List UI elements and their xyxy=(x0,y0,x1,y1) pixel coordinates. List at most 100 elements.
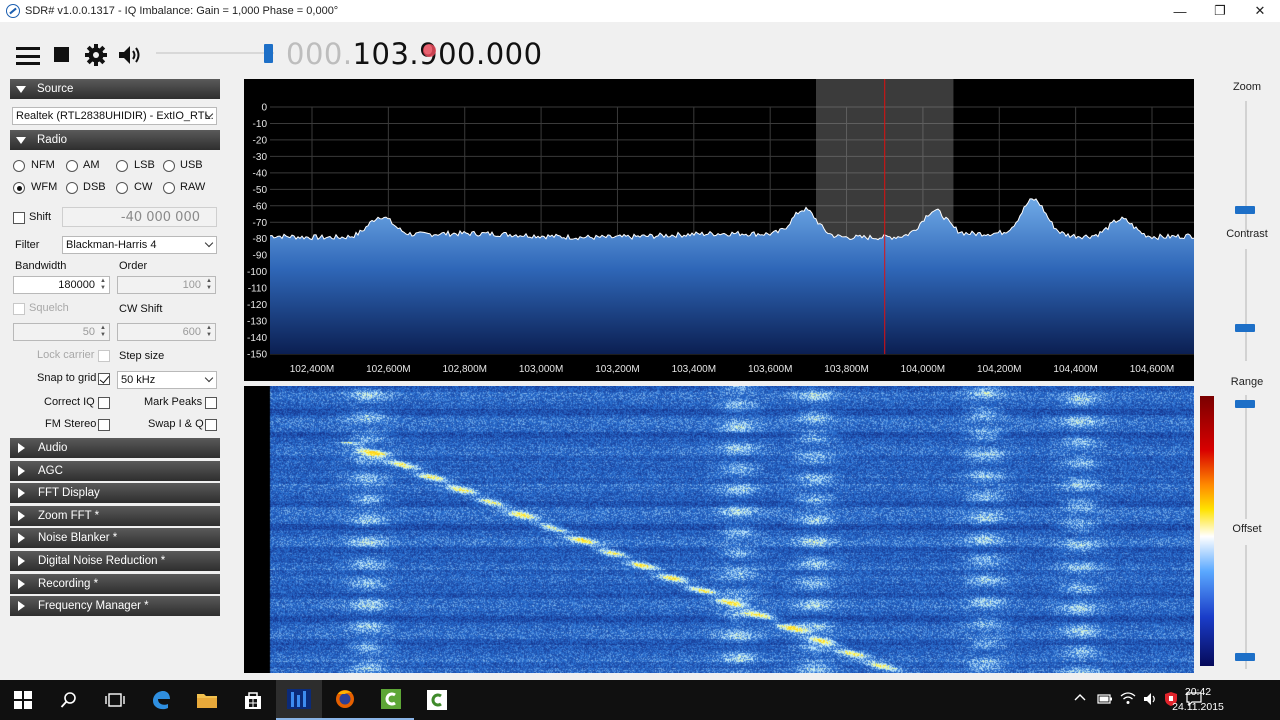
offset-slider-thumb[interactable] xyxy=(1235,653,1255,661)
mode-radio-am[interactable] xyxy=(66,160,78,172)
section-title: Audio xyxy=(38,442,68,454)
contrast-slider-thumb[interactable] xyxy=(1235,324,1255,332)
x-tick-label: 103,400M xyxy=(672,364,716,375)
close-button[interactable]: ✕ xyxy=(1240,0,1280,22)
squelch-input[interactable]: 50 ▲ ▼ xyxy=(13,323,110,341)
step-size-value: 50 kHz xyxy=(121,374,156,386)
search-button[interactable] xyxy=(46,680,92,720)
frequency-display[interactable]: 000. 103.900.000 xyxy=(286,34,543,74)
section-header-fft-display[interactable]: FFT Display xyxy=(10,483,220,504)
section-header-frequency-manager[interactable]: Frequency Manager * xyxy=(10,596,220,617)
mode-label: RAW xyxy=(180,181,206,193)
shift-checkbox[interactable] xyxy=(13,212,25,224)
shift-value-field[interactable]: -40 000 000 xyxy=(62,207,217,227)
start-button[interactable] xyxy=(0,680,46,720)
camtasia-studio-icon xyxy=(427,690,447,710)
taskbar-camtasia-recorder[interactable] xyxy=(368,680,414,720)
section-header-recording[interactable]: Recording * xyxy=(10,573,220,594)
x-tick-label: 102,800M xyxy=(442,364,486,375)
frequency-digits-dim[interactable]: 000. xyxy=(286,37,353,71)
section-header-zoom-fft[interactable]: Zoom FFT * xyxy=(10,505,220,526)
taskbar-store[interactable] xyxy=(230,680,276,720)
order-input[interactable]: 100 ▲ ▼ xyxy=(117,276,216,294)
step-size-label: Step size xyxy=(119,350,165,362)
volume-tray-icon[interactable] xyxy=(1143,692,1159,709)
mode-radio-raw[interactable] xyxy=(163,182,175,194)
section-header-audio[interactable]: Audio xyxy=(10,438,220,458)
section-header-digital-noise-reduction[interactable]: Digital Noise Reduction * xyxy=(10,551,220,571)
spinner-arrows-icon[interactable]: ▲ ▼ xyxy=(98,325,108,339)
volume-slider[interactable] xyxy=(156,44,276,63)
contrast-slider[interactable] xyxy=(1245,249,1247,361)
mode-radio-cw[interactable] xyxy=(116,182,128,194)
filter-select[interactable]: Blackman-Harris 4 xyxy=(62,236,217,254)
squelch-value: 50 xyxy=(82,326,95,338)
gear-icon[interactable] xyxy=(84,43,108,67)
spinner-arrows-icon[interactable]: ▲ ▼ xyxy=(204,325,214,339)
waterfall-display[interactable] xyxy=(244,386,1194,673)
system-clock[interactable]: 20:42 24.11.2015 xyxy=(1172,685,1224,715)
spinner-arrows-icon[interactable]: ▲ ▼ xyxy=(204,278,214,292)
mode-radio-nfm[interactable] xyxy=(13,160,25,172)
menu-icon[interactable] xyxy=(16,47,40,65)
y-tick-label: -100 xyxy=(247,267,267,278)
swap-iq-checkbox[interactable] xyxy=(205,419,217,431)
mode-label: WFM xyxy=(31,181,58,193)
bandwidth-input[interactable]: 180000 ▲ ▼ xyxy=(13,276,110,294)
x-tick-label: 104,200M xyxy=(977,364,1021,375)
cw-shift-input[interactable]: 600 ▲ ▼ xyxy=(117,323,216,341)
y-tick-label: -60 xyxy=(253,201,268,212)
battery-icon[interactable] xyxy=(1097,693,1113,708)
spinner-arrows-icon[interactable]: ▲ ▼ xyxy=(98,278,108,292)
lock-carrier-checkbox[interactable] xyxy=(98,350,110,362)
chevron-down-icon xyxy=(204,373,214,383)
mark-peaks-checkbox[interactable] xyxy=(205,397,217,409)
mode-label: LSB xyxy=(134,159,155,171)
source-device-select[interactable]: Realtek (RTL2838UHIDIR) - ExtIO_RTL. xyxy=(12,107,217,125)
correct-iq-checkbox[interactable] xyxy=(98,397,110,409)
y-tick-label: -150 xyxy=(247,350,267,361)
radio-section-header[interactable]: Radio xyxy=(10,130,220,150)
shift-label: Shift xyxy=(29,211,52,223)
snap-to-grid-checkbox[interactable] xyxy=(98,373,110,385)
minimize-button[interactable]: — xyxy=(1160,0,1200,22)
zoom-slider-thumb[interactable] xyxy=(1235,206,1255,214)
taskbar-firefox[interactable] xyxy=(322,680,368,720)
fm-stereo-checkbox[interactable] xyxy=(98,419,110,431)
fft-spectrum-display[interactable]: 0 -10 -20 -30 -40 -50 -60 -70 -80 -90 -100 -110 -120… xyxy=(244,79,1194,381)
source-section-header[interactable]: Source xyxy=(10,79,220,99)
frequency-digits[interactable]: 103.900.000 xyxy=(353,37,543,71)
x-tick-label: 103,200M xyxy=(595,364,639,375)
squelch-checkbox[interactable] xyxy=(13,303,25,315)
maximize-button[interactable]: ❐ xyxy=(1200,0,1240,22)
task-view-button[interactable] xyxy=(92,680,138,720)
taskbar-file-explorer[interactable] xyxy=(184,680,230,720)
section-header-agc[interactable]: AGC xyxy=(10,460,220,481)
section-title: Zoom FFT * xyxy=(38,509,100,522)
collapse-arrow-icon xyxy=(16,136,26,144)
show-hidden-icons-chevron-icon[interactable] xyxy=(1074,692,1086,707)
collapse-arrow-icon xyxy=(16,85,26,93)
step-size-select[interactable]: 50 kHz xyxy=(117,371,217,389)
mode-label: USB xyxy=(180,159,203,171)
y-tick-label: -30 xyxy=(253,152,268,163)
taskbar-camtasia-studio[interactable] xyxy=(414,680,460,720)
offset-slider[interactable] xyxy=(1245,545,1247,669)
volume-thumb[interactable] xyxy=(264,44,273,63)
window-title: SDR# v1.0.0.1317 - IQ Imbalance: Gain = … xyxy=(25,5,339,17)
stop-icon[interactable] xyxy=(54,47,69,62)
mode-radio-lsb[interactable] xyxy=(116,160,128,172)
taskbar-edge[interactable] xyxy=(138,680,184,720)
speaker-icon[interactable] xyxy=(117,43,143,67)
range-slider[interactable] xyxy=(1245,395,1247,519)
mode-radio-usb[interactable] xyxy=(163,160,175,172)
expand-arrow-icon xyxy=(18,443,25,453)
mode-radio-wfm[interactable] xyxy=(13,182,25,194)
wifi-icon[interactable] xyxy=(1120,691,1136,708)
range-slider-thumb[interactable] xyxy=(1235,400,1255,408)
expand-arrow-icon xyxy=(18,465,25,476)
mode-radio-dsb[interactable] xyxy=(66,182,78,194)
taskbar-sdrsharp[interactable] xyxy=(276,680,322,720)
range-label: Range xyxy=(1230,376,1264,388)
section-header-noise-blanker[interactable]: Noise Blanker * xyxy=(10,528,220,549)
